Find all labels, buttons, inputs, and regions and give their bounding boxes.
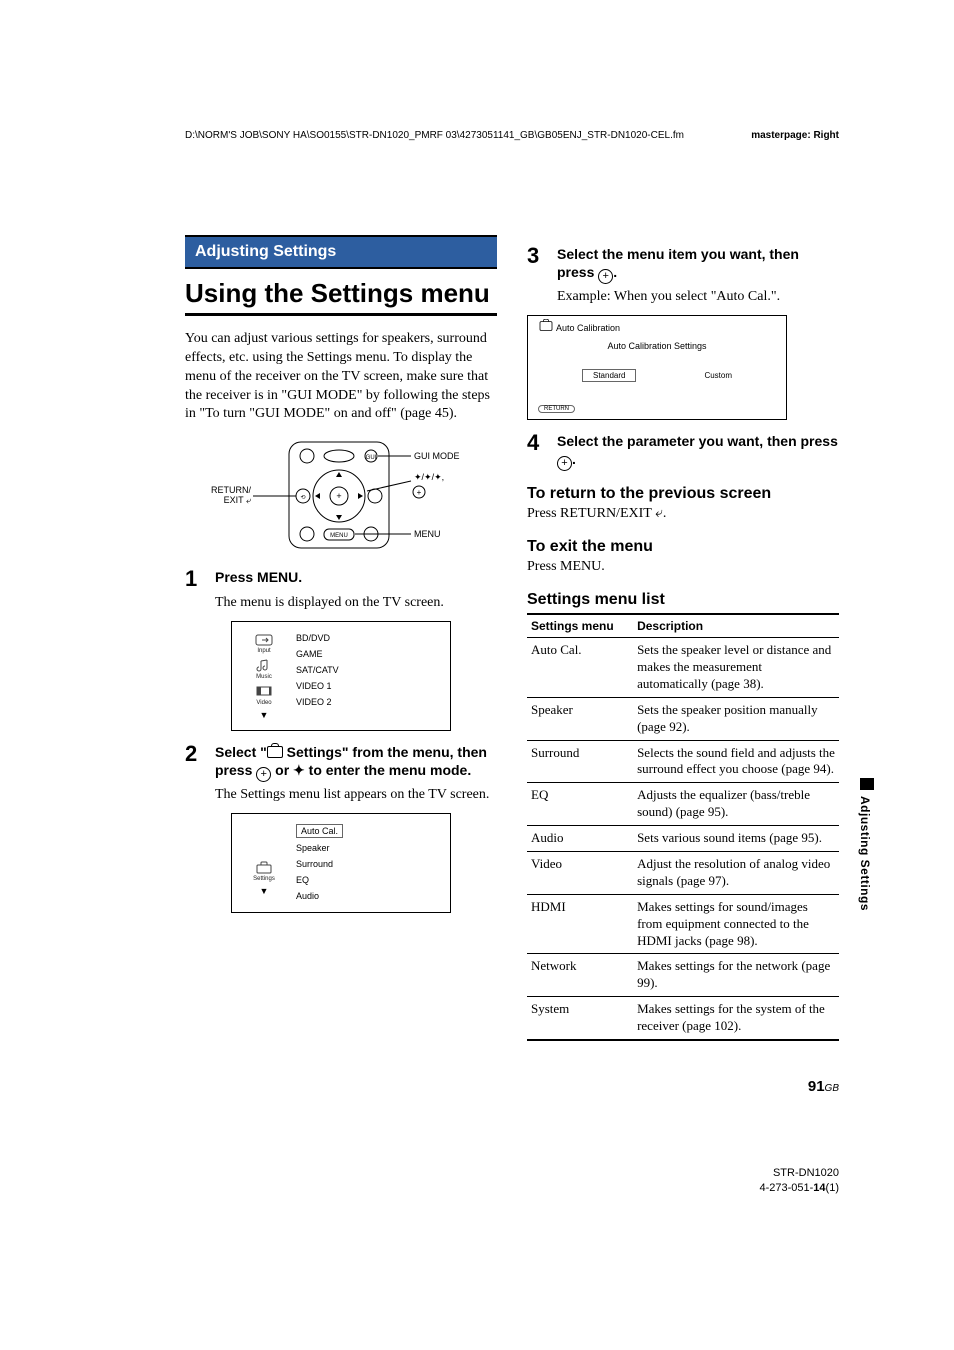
- header-filepath: D:\NORM'S JOB\SONY HA\SO0155\STR-DN1020_…: [185, 130, 839, 143]
- step-2: 2 Select " Settings" from the menu, then…: [185, 743, 497, 782]
- left-column: Adjusting Settings Using the Settings me…: [185, 235, 497, 1041]
- heading-exit: To exit the menu: [527, 538, 839, 556]
- section-bar: Adjusting Settings: [185, 235, 497, 269]
- toolbox-icon: [255, 860, 273, 874]
- table-row: Auto Cal.Sets the speaker level or dista…: [527, 638, 839, 698]
- table-row: EQAdjusts the equalizer (bass/treble sou…: [527, 783, 839, 826]
- svg-text:+: +: [336, 491, 341, 501]
- body-return: Press RETURN/EXIT ⤶.: [527, 505, 839, 524]
- screenshot-input-menu: Input Music Video ▼ BD/DVD GAME SAT/C: [231, 621, 451, 731]
- body-exit: Press MENU.: [527, 558, 839, 577]
- svg-text:MENU: MENU: [330, 533, 348, 539]
- table-row: HDMIMakes settings for sound/images from…: [527, 894, 839, 954]
- svg-text:+: +: [417, 488, 422, 497]
- return-icon: ⤶: [655, 506, 663, 521]
- svg-text:GUI: GUI: [366, 455, 377, 461]
- page-title: Using the Settings menu: [185, 279, 497, 309]
- settings-icon: [540, 321, 553, 331]
- intro-paragraph: You can adjust various settings for spea…: [185, 330, 497, 424]
- step-4: 4 Select the parameter you want, then pr…: [527, 432, 839, 471]
- table-header-menu: Settings menu: [527, 614, 633, 638]
- table-row: NetworkMakes settings for the network (p…: [527, 954, 839, 997]
- settings-table: Settings menu Description Auto Cal.Sets …: [527, 613, 839, 1041]
- step-3: 3 Select the menu item you want, then pr…: [527, 245, 839, 284]
- screenshot-settings-menu: Settings ▼ Auto Cal. Speaker Surround EQ…: [231, 813, 451, 913]
- page-number: 91GB: [808, 1078, 839, 1095]
- footer: STR-DN1020 4-273-051-14(1): [759, 1166, 839, 1195]
- table-row: SystemMakes settings for the system of t…: [527, 997, 839, 1040]
- enter-icon: +: [256, 767, 271, 782]
- step-3-number: 3: [527, 245, 547, 284]
- svg-text:MENU: MENU: [414, 529, 441, 539]
- heading-list: Settings menu list: [527, 591, 839, 609]
- step-2-number: 2: [185, 743, 205, 782]
- step-2-body: The Settings menu list appears on the TV…: [215, 786, 497, 805]
- svg-text:EXIT ⤶: EXIT ⤶: [224, 495, 252, 505]
- table-row: SpeakerSets the speaker position manuall…: [527, 697, 839, 740]
- step-1-body: The menu is displayed on the TV screen.: [215, 594, 497, 613]
- table-row: VideoAdjust the resolution of analog vid…: [527, 851, 839, 894]
- settings-icon: [267, 746, 283, 758]
- table-row: SurroundSelects the sound field and adju…: [527, 740, 839, 783]
- step-4-title: Select the parameter you want, then pres…: [557, 432, 839, 471]
- remote-figure: GUI + ⟲ MENU: [185, 436, 497, 556]
- step-1-title: Press MENU.: [215, 568, 302, 590]
- enter-icon: +: [598, 269, 613, 284]
- title-rule: [185, 313, 497, 316]
- svg-text:RETURN/: RETURN/: [211, 485, 251, 495]
- step-1: 1 Press MENU.: [185, 568, 497, 590]
- svg-text:GUI MODE: GUI MODE: [414, 451, 460, 461]
- header-masterpage: masterpage: Right: [751, 130, 839, 141]
- svg-text:⟲: ⟲: [300, 495, 305, 501]
- svg-text:✦/✦/✦,: ✦/✦/✦,: [414, 472, 444, 482]
- step-3-title: Select the menu item you want, then pres…: [557, 245, 839, 284]
- table-row: AudioSets various sound items (page 95).: [527, 826, 839, 852]
- heading-return: To return to the previous screen: [527, 485, 839, 503]
- step-2-title: Select " Settings" from the menu, then p…: [215, 743, 497, 782]
- right-column: 3 Select the menu item you want, then pr…: [527, 235, 839, 1041]
- screenshot-auto-cal: Auto Calibration Auto Calibration Settin…: [527, 315, 787, 420]
- step-1-number: 1: [185, 568, 205, 590]
- step-3-body: Example: When you select "Auto Cal.".: [557, 288, 839, 307]
- enter-icon: +: [557, 456, 572, 471]
- table-header-desc: Description: [633, 614, 839, 638]
- step-4-number: 4: [527, 432, 547, 471]
- side-tab: Adjusting Settings: [860, 778, 874, 948]
